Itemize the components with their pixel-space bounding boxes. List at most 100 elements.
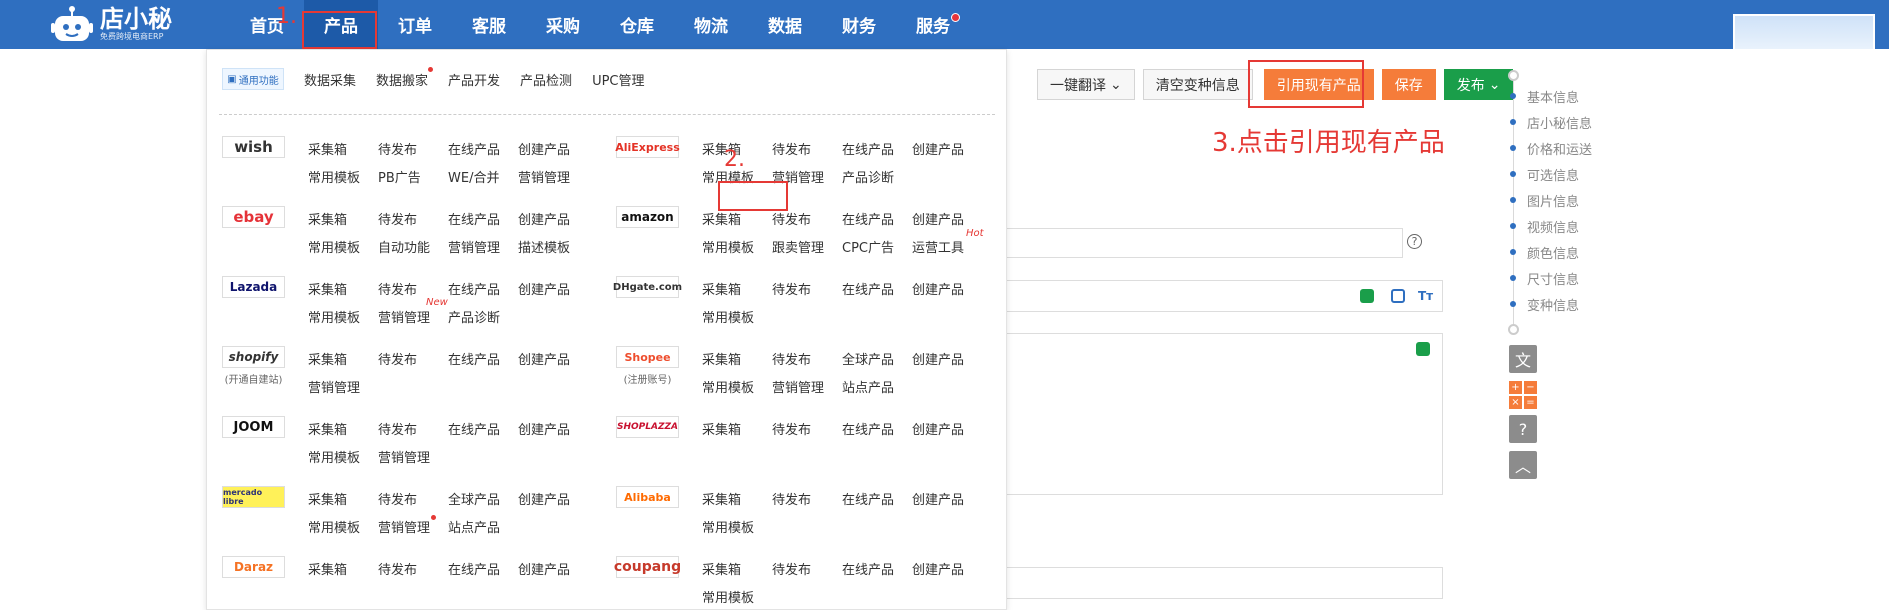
lazada-link[interactable]: 采集箱 <box>308 279 347 298</box>
brand-logo[interactable]: 店小秘 免费跨境电商ERP <box>50 2 172 46</box>
dhgate-link[interactable]: 在线产品 <box>842 279 894 298</box>
joom-link[interactable]: 常用模板 <box>308 447 360 466</box>
shopee-link[interactable]: 站点产品 <box>842 377 894 396</box>
ebay-link[interactable]: 常用模板 <box>308 237 360 256</box>
shopee-subtitle[interactable]: (注册账号) <box>616 371 679 386</box>
wish-link[interactable]: WE/合并 <box>448 167 499 186</box>
daraz-link[interactable]: 在线产品 <box>448 559 500 578</box>
amazon-link[interactable]: 采集箱 <box>702 209 741 228</box>
alibaba-link[interactable]: 采集箱 <box>702 489 741 508</box>
nav-data[interactable]: 数据 <box>748 0 822 49</box>
wish-link[interactable]: 待发布 <box>378 139 417 158</box>
coupang-link[interactable]: 创建产品 <box>912 559 964 578</box>
lazada-link[interactable]: 待发布 <box>378 279 417 298</box>
shopify-link[interactable]: 创建产品 <box>518 349 570 368</box>
link-product-detection[interactable]: 产品检测 <box>520 70 572 89</box>
shoplazza-link[interactable]: 创建产品 <box>912 419 964 438</box>
alibaba-link[interactable]: 待发布 <box>772 489 811 508</box>
mercado-link[interactable]: 营销管理 <box>378 515 437 536</box>
ebay-link[interactable]: 自动功能 <box>378 237 430 256</box>
user-account-box[interactable] <box>1733 14 1875 49</box>
shoplazza-logo[interactable]: SHOPLAZZA <box>616 416 679 438</box>
link-product-development[interactable]: 产品开发 <box>448 70 500 89</box>
lazada-link[interactable]: 常用模板 <box>308 307 360 326</box>
shoplazza-link[interactable]: 采集箱 <box>702 419 741 438</box>
link-upc-management[interactable]: UPC管理 <box>592 70 644 89</box>
publish-button[interactable]: 发布 ⌄ <box>1443 69 1514 100</box>
shopify-link[interactable]: 在线产品 <box>448 349 500 368</box>
section-basic-info[interactable]: 基本信息 <box>1507 88 1579 106</box>
joom-link[interactable]: 在线产品 <box>448 419 500 438</box>
section-variant-info[interactable]: 变种信息 <box>1507 296 1579 314</box>
shoplazza-link[interactable]: 待发布 <box>772 419 811 438</box>
shopify-link[interactable]: 营销管理 <box>308 377 360 396</box>
amazon-link[interactable]: 待发布 <box>772 209 811 228</box>
coupang-link[interactable]: 待发布 <box>772 559 811 578</box>
amazon-link[interactable]: 常用模板 <box>702 237 754 256</box>
nav-purchase[interactable]: 采购 <box>526 0 600 49</box>
coupang-link[interactable]: 在线产品 <box>842 559 894 578</box>
ebay-link[interactable]: 描述模板 <box>518 237 570 256</box>
nav-logistics[interactable]: 物流 <box>674 0 748 49</box>
section-price-shipping[interactable]: 价格和运送 <box>1507 140 1592 158</box>
mercado-link[interactable]: 采集箱 <box>308 489 347 508</box>
daraz-link[interactable]: 创建产品 <box>518 559 570 578</box>
ebay-link[interactable]: 待发布 <box>378 209 417 228</box>
ebay-logo[interactable]: ebay <box>222 206 285 228</box>
aliexpress-link[interactable]: 在线产品 <box>842 139 894 158</box>
ebay-link[interactable]: 采集箱 <box>308 209 347 228</box>
shopify-link[interactable]: 待发布 <box>378 349 417 368</box>
help-icon[interactable]: ? <box>1407 234 1422 249</box>
lazada-link[interactable]: 产品诊断 <box>448 307 500 326</box>
mercado-link[interactable]: 待发布 <box>378 489 417 508</box>
joom-link[interactable]: 待发布 <box>378 419 417 438</box>
alibaba-link[interactable]: 常用模板 <box>702 517 754 536</box>
section-color-info[interactable]: 颜色信息 <box>1507 244 1579 262</box>
amazon-link[interactable]: 创建产品 <box>912 209 964 228</box>
calculator-icon[interactable]: + − × = <box>1509 381 1537 409</box>
shopee-link[interactable]: 全球产品 <box>842 349 894 368</box>
shopify-subtitle[interactable]: (开通自建站) <box>222 371 285 386</box>
shopify-link[interactable]: 采集箱 <box>308 349 347 368</box>
section-image-info[interactable]: 图片信息 <box>1507 192 1579 210</box>
alibaba-link[interactable]: 在线产品 <box>842 489 894 508</box>
ebay-link[interactable]: 创建产品 <box>518 209 570 228</box>
dhgate-logo[interactable]: DHgate.com <box>613 276 682 298</box>
wish-create-product[interactable]: 创建产品 <box>518 139 570 158</box>
joom-link[interactable]: 创建产品 <box>518 419 570 438</box>
nav-finance[interactable]: 财务 <box>822 0 896 49</box>
form-input-4[interactable] <box>1005 567 1443 599</box>
chatgpt-icon-textarea[interactable] <box>1416 342 1430 356</box>
lazada-link[interactable]: 在线产品 <box>448 279 500 298</box>
shopee-link[interactable]: 创建产品 <box>912 349 964 368</box>
translate-button[interactable]: 一键翻译 ⌄ <box>1037 69 1135 100</box>
clear-variants-button[interactable]: 清空变种信息 <box>1142 69 1253 100</box>
shopee-logo[interactable]: Shopee <box>616 346 679 368</box>
link-data-collection[interactable]: 数据采集 <box>304 70 356 89</box>
alibaba-link[interactable]: 创建产品 <box>912 489 964 508</box>
wish-link[interactable]: 常用模板 <box>308 167 360 186</box>
aliexpress-logo[interactable]: AliExpress <box>615 136 680 158</box>
form-textarea[interactable] <box>1005 333 1443 495</box>
amazon-link[interactable]: 运营工具 <box>912 237 964 256</box>
wish-link[interactable]: 采集箱 <box>308 139 347 158</box>
coupang-link[interactable]: 采集箱 <box>702 559 741 578</box>
nav-customer-service[interactable]: 客服 <box>452 0 526 49</box>
mercado-link[interactable]: 创建产品 <box>518 489 570 508</box>
ebay-link[interactable]: 营销管理 <box>448 237 500 256</box>
nav-warehouse[interactable]: 仓库 <box>600 0 674 49</box>
wish-logo[interactable]: wish <box>222 136 285 158</box>
wish-link[interactable]: 在线产品 <box>448 139 500 158</box>
help-circle-icon[interactable]: ? <box>1509 415 1537 443</box>
chatgpt-icon[interactable] <box>1360 289 1374 303</box>
amazon-link[interactable]: 在线产品 <box>842 209 894 228</box>
shopee-link[interactable]: 采集箱 <box>702 349 741 368</box>
font-size-icon[interactable]: Tт <box>1418 289 1433 303</box>
dhgate-link[interactable]: 创建产品 <box>912 279 964 298</box>
wish-link[interactable]: PB广告 <box>378 167 421 186</box>
mercado-link[interactable]: 站点产品 <box>448 517 500 536</box>
alibaba-logo[interactable]: Alibaba <box>616 486 679 508</box>
shopee-link[interactable]: 待发布 <box>772 349 811 368</box>
lazada-logo[interactable]: Lazada <box>222 276 285 298</box>
section-optional-info[interactable]: 可选信息 <box>1507 166 1579 184</box>
